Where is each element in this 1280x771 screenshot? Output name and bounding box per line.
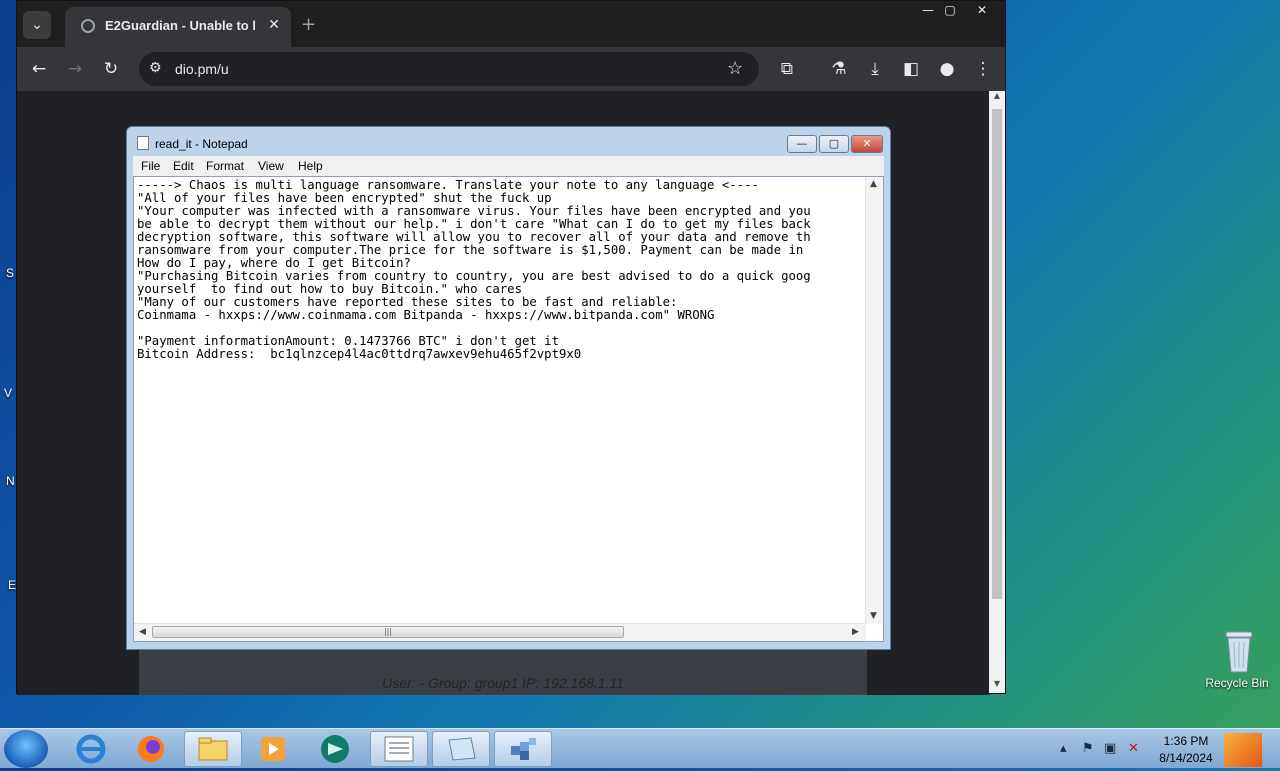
internet-explorer-icon [76, 734, 106, 764]
menu-file[interactable]: File [141, 159, 160, 173]
address-bar[interactable]: ⚙ dio.pm/u ☆ [139, 52, 759, 86]
scroll-up-icon[interactable]: ▲ [989, 91, 1005, 105]
recycle-bin-icon [1222, 630, 1253, 673]
clock-date: 8/14/2024 [1159, 751, 1213, 765]
forward-icon[interactable]: → [63, 57, 87, 81]
scroll-down-icon[interactable]: ▼ [870, 611, 877, 621]
clock-time: 1:36 PM [1163, 734, 1209, 748]
notepad-horizontal-scrollbar[interactable]: ◀ ||| ▶ [134, 623, 866, 641]
desktop-fragment: V [4, 386, 13, 400]
scroll-up-icon[interactable]: ▲ [870, 179, 877, 189]
side-panel-icon[interactable]: ◧ [899, 57, 923, 81]
tab-search-button[interactable]: ⌄ [23, 11, 51, 39]
close-tab-icon[interactable]: ✕ [265, 16, 283, 34]
notepad-vertical-scrollbar[interactable]: ▲ ▼ [865, 177, 883, 624]
desktop-fragment: E [8, 578, 17, 592]
taskbar-notepad[interactable] [432, 731, 490, 767]
site-info-icon[interactable]: ⚙ [149, 60, 162, 76]
notepad-text-area[interactable]: -----> Chaos is multi language ransomwar… [133, 176, 884, 642]
maximize-button[interactable]: ▢ [935, 1, 965, 19]
browser-toolbar: ← → ↻ ⚙ dio.pm/u ☆ ⧉ ⚗ ⤓ ◧ ● ⋮ [17, 47, 1005, 91]
scroll-left-icon[interactable]: ◀ [139, 627, 146, 637]
taskbar-file-explorer[interactable] [184, 731, 242, 767]
note-line: Coinmama - hxxps://www.coinmama.com Bitp… [137, 308, 715, 322]
labs-icon[interactable]: ⚗ [827, 57, 851, 81]
notepad-title: read_it - Notepad [155, 137, 248, 151]
scroll-right-icon[interactable]: ▶ [852, 627, 859, 637]
taskbar-app-circle[interactable] [306, 731, 364, 767]
notepad-menubar: File Edit Format View Help [133, 156, 884, 176]
new-tab-button[interactable]: + [301, 14, 316, 35]
tab-title: E2Guardian - Unable to load w [105, 18, 255, 33]
taskbar-firefox[interactable] [122, 731, 180, 767]
notepad-icon [137, 136, 149, 150]
network-icon[interactable]: ▣ [1104, 741, 1116, 756]
close-window-button[interactable]: ✕ [967, 1, 997, 19]
reload-icon[interactable]: ↻ [99, 57, 123, 81]
notepad-window: read_it - Notepad — ▢ ✕ File Edit Format… [126, 126, 891, 650]
menu-icon[interactable]: ⋮ [971, 57, 995, 81]
notepad-titlebar[interactable]: read_it - Notepad — ▢ ✕ [127, 127, 890, 157]
taskbar-registry-editor[interactable] [494, 731, 552, 767]
notepad-close-button[interactable]: ✕ [851, 135, 883, 153]
app-circle-icon [321, 735, 349, 763]
bookmark-star-icon[interactable]: ☆ [727, 58, 743, 79]
taskbar: ▴ ⚑ ▣ ✕ 1:36 PM 8/14/2024 [0, 728, 1280, 768]
system-clock[interactable]: 1:36 PM 8/14/2024 [1148, 733, 1224, 767]
taskbar-list-app[interactable] [370, 731, 428, 767]
media-player-icon [261, 737, 285, 761]
page-scrollbar[interactable]: ▲ ▼ [989, 91, 1005, 693]
note-text[interactable]: -----> Chaos is multi language ransomwar… [137, 179, 865, 624]
show-hidden-icons-icon[interactable]: ▴ [1060, 741, 1067, 756]
menu-format[interactable]: Format [206, 159, 244, 173]
globe-icon [81, 19, 95, 33]
chevron-down-icon: ⌄ [31, 17, 43, 33]
menu-edit[interactable]: Edit [173, 159, 194, 173]
recycle-bin[interactable]: Recycle Bin [1204, 630, 1270, 702]
tab-e2guardian[interactable]: E2Guardian - Unable to load w ✕ [65, 7, 291, 47]
scrollbar-thumb[interactable] [992, 109, 1002, 599]
desktop-fragment: N [6, 474, 15, 488]
notepad-minimize-button[interactable]: — [787, 135, 817, 153]
show-desktop-button[interactable] [1224, 733, 1262, 767]
notepad-maximize-button[interactable]: ▢ [819, 135, 849, 153]
tab-strip: ⌄ E2Guardian - Unable to load w ✕ + — ▢ … [17, 1, 1005, 47]
menu-help[interactable]: Help [298, 159, 323, 173]
horizontal-scroll-thumb[interactable]: ||| [152, 626, 624, 638]
url-text[interactable]: dio.pm/u [175, 61, 229, 77]
profile-avatar-icon[interactable]: ● [935, 57, 959, 81]
desktop-fragment: S [6, 266, 15, 280]
action-center-flag-icon[interactable]: ⚑ [1082, 741, 1094, 756]
extensions-icon[interactable]: ⧉ [775, 57, 799, 81]
back-icon[interactable]: ← [27, 57, 51, 81]
recycle-bin-label: Recycle Bin [1205, 676, 1269, 690]
taskbar-media-player[interactable] [244, 731, 302, 767]
list-icon [384, 736, 414, 762]
user-info-text: User: - Group: group1 IP: 192.168.1.11 [382, 675, 624, 691]
volume-muted-icon[interactable]: ✕ [1128, 741, 1139, 756]
registry-editor-icon [511, 738, 536, 760]
download-icon[interactable]: ⤓ [863, 57, 887, 81]
start-button[interactable] [4, 730, 48, 768]
taskbar-internet-explorer[interactable] [62, 731, 120, 767]
firefox-icon [138, 736, 164, 762]
notepad-icon [448, 737, 476, 761]
scroll-down-icon[interactable]: ▼ [989, 679, 1005, 693]
menu-view[interactable]: View [258, 159, 284, 173]
note-line: Bitcoin Address: bc1qlnzcep4l4ac0ttdrq7a… [137, 347, 582, 361]
folder-icon [198, 737, 228, 761]
